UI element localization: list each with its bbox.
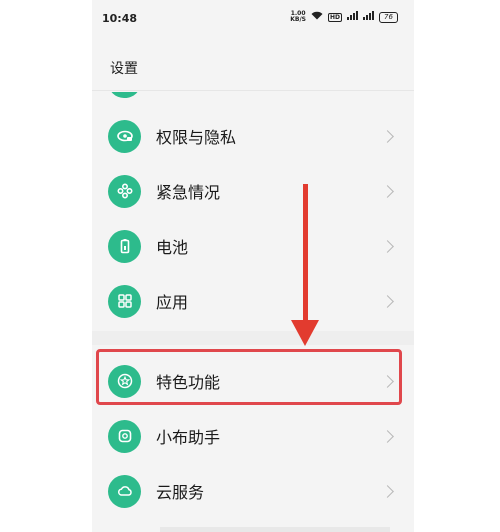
chevron-right-icon (381, 129, 394, 143)
settings-item-cloud[interactable]: 云服务 (92, 464, 414, 518)
assistant-icon (108, 419, 141, 453)
status-icons: 1.00 KB/S HD 76 (290, 11, 398, 23)
battery-icon (108, 229, 141, 263)
settings-item-apps[interactable]: 应用 (92, 274, 414, 328)
eye-lock-icon (108, 119, 141, 153)
chevron-right-icon (381, 239, 394, 253)
chevron-right-icon (381, 429, 394, 443)
settings-item-assistant[interactable]: 小布助手 (92, 409, 414, 463)
phone-screen: 10:48 1.00 KB/S HD 76 设置 权限与隐私 紧急情况 电池 应… (92, 0, 414, 532)
settings-item-label: 权限与隐私 (156, 128, 237, 147)
settings-item-label: 电池 (156, 238, 189, 257)
annotation-highlight-box (96, 349, 402, 405)
chevron-right-icon (381, 184, 394, 198)
settings-item-label: 应用 (156, 293, 189, 312)
signal-icon-2 (363, 11, 374, 23)
signal-icon-1 (347, 11, 358, 23)
page-title: 设置 (110, 61, 138, 77)
settings-item-privacy[interactable]: 权限与隐私 (92, 109, 414, 163)
chevron-right-icon (381, 294, 394, 308)
status-bar: 10:48 1.00 KB/S HD 76 (92, 0, 414, 40)
header-divider (92, 90, 414, 91)
settings-item-label: 云服务 (156, 483, 205, 502)
section-divider (92, 331, 414, 345)
cloud-icon (108, 474, 141, 508)
settings-item-emergency[interactable]: 紧急情况 (92, 164, 414, 218)
battery-indicator: 76 (379, 11, 398, 23)
asterisk-icon (108, 174, 141, 208)
settings-item-battery[interactable]: 电池 (92, 219, 414, 273)
network-speed-unit: KB/S (290, 16, 306, 23)
annotation-arrow-head (291, 320, 319, 346)
settings-item-label: 紧急情况 (156, 183, 221, 202)
chevron-right-icon (381, 484, 394, 498)
apps-grid-icon (108, 284, 141, 318)
settings-item-label: 小布助手 (156, 428, 221, 447)
home-indicator (160, 527, 390, 532)
annotation-arrow-shaft (303, 184, 308, 324)
hd-badge: HD (327, 12, 342, 22)
status-time: 10:48 (102, 12, 138, 25)
wifi-icon (311, 11, 323, 23)
network-speed: 1.00 KB/S (290, 11, 306, 23)
